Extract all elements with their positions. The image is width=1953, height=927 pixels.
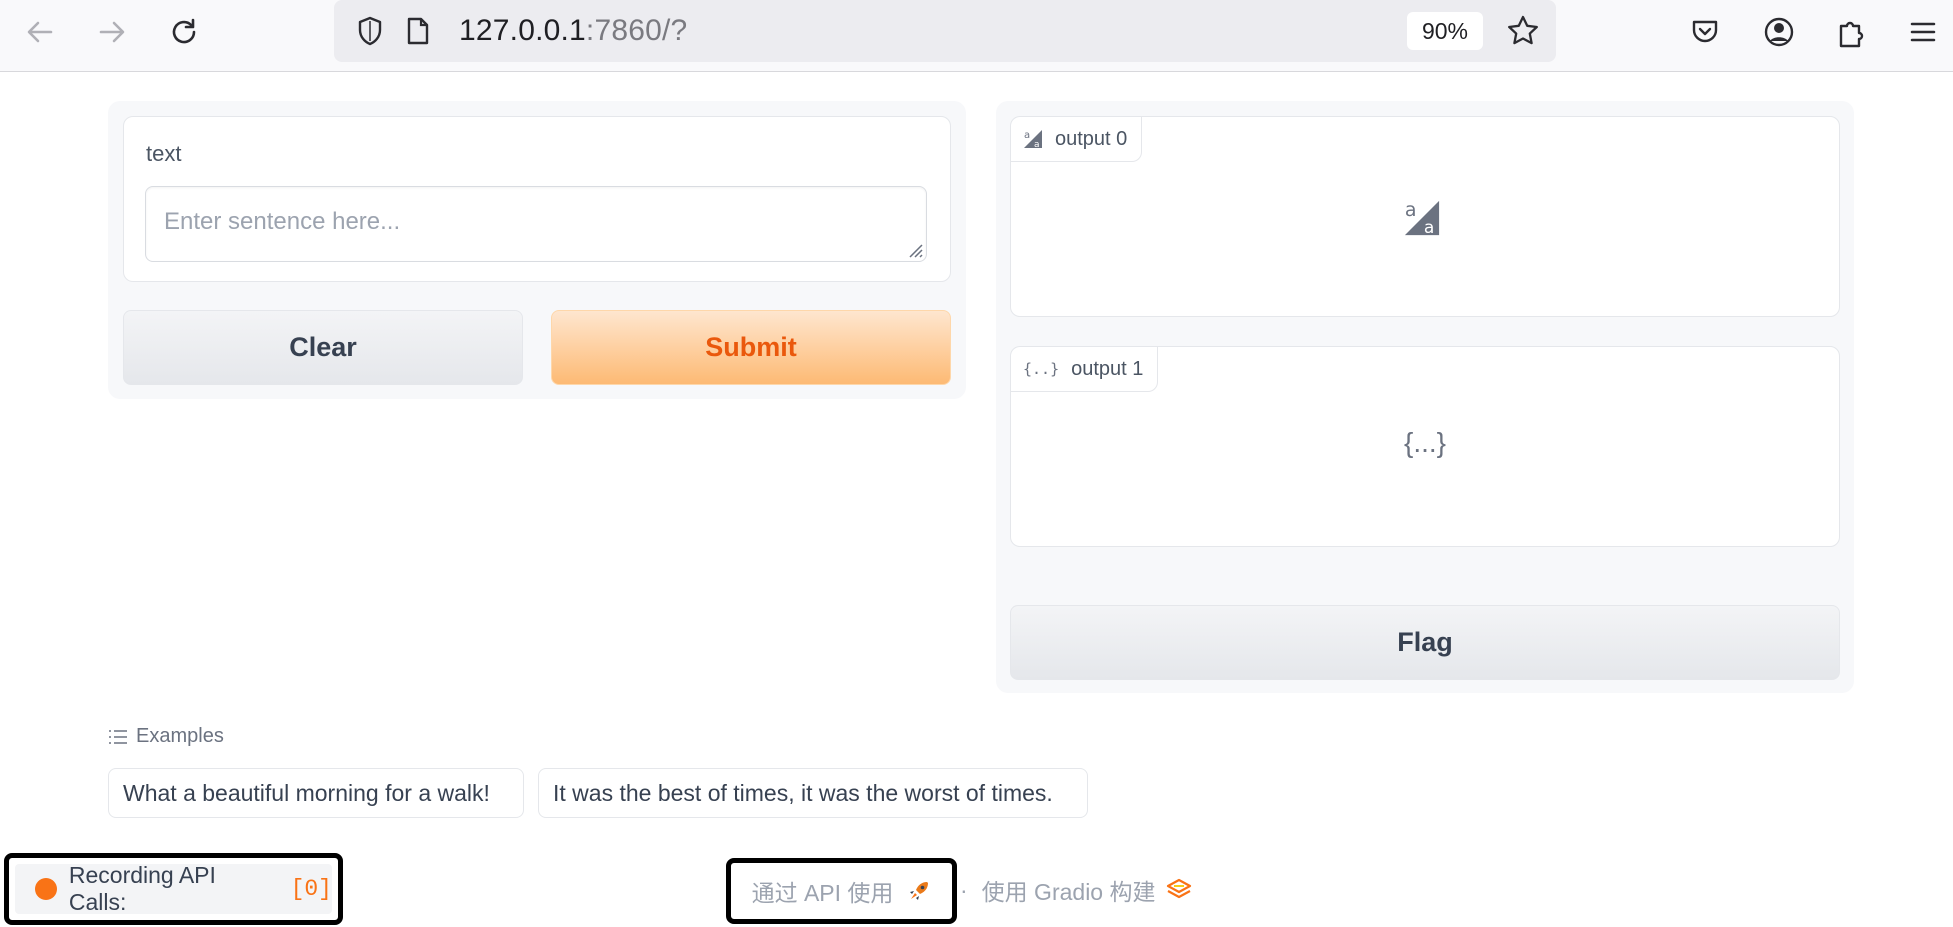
recording-label: Recording API Calls: [68, 862, 216, 915]
textbox-block: text Enter sentence here... [123, 116, 951, 282]
extensions-icon[interactable] [1829, 10, 1873, 54]
output1-label: output 1 [1071, 357, 1144, 380]
rocket-icon [910, 882, 929, 900]
svg-text:a: a [1405, 199, 1417, 221]
submit-button[interactable]: Submit [551, 310, 951, 385]
svg-text:a: a [1034, 140, 1040, 149]
list-icon [109, 729, 127, 744]
text-output-placeholder-icon: aa [1404, 199, 1440, 237]
reload-icon[interactable] [162, 10, 206, 54]
browser-toolbar: 127.0.0.1:7860/? 90% [0, 0, 1953, 72]
url-host: 127.0.0.1 [459, 14, 586, 47]
built-with-gradio: · 使用 Gradio 构建 [960, 873, 1192, 907]
url-path: :7860/? [585, 14, 688, 47]
output1-tab: {..} output 1 [1011, 347, 1159, 392]
json-type-icon: {..} [1023, 360, 1060, 378]
back-arrow-icon[interactable] [18, 10, 62, 54]
input-panel: text Enter sentence here... Clear Submit [108, 101, 966, 399]
footer-separator: · [960, 876, 968, 903]
recording-dot-icon [35, 878, 57, 900]
resize-handle-icon[interactable] [906, 241, 924, 259]
pocket-icon[interactable] [1683, 10, 1727, 54]
svg-text:a: a [1024, 130, 1030, 141]
text-type-icon: aa [1024, 130, 1042, 149]
example-item[interactable]: It was the best of times, it was the wor… [538, 768, 1088, 818]
built-with-label[interactable]: 使用 Gradio 构建 [982, 873, 1156, 907]
output1-block: {..} output 1 {...} [1010, 346, 1840, 547]
example-item[interactable]: What a beautiful morning for a walk! [108, 768, 524, 818]
textbox-label: text [146, 141, 182, 166]
use-via-api-label: 通过 API 使用 [751, 880, 894, 906]
examples-header: Examples [108, 725, 224, 748]
sentence-textarea[interactable]: Enter sentence here... [145, 186, 927, 262]
examples-label: Examples [136, 725, 224, 747]
url-text[interactable]: 127.0.0.1:7860/? [459, 14, 687, 48]
url-bar[interactable]: 127.0.0.1:7860/? 90% [334, 0, 1556, 62]
recording-count: [0] [290, 876, 332, 902]
json-output-placeholder-icon: {...} [1403, 427, 1447, 458]
output0-label: output 0 [1055, 127, 1128, 150]
menu-icon[interactable] [1901, 10, 1945, 54]
zoom-level[interactable]: 90% [1407, 12, 1483, 50]
use-via-api-link[interactable]: 通过 API 使用 [726, 858, 957, 924]
page-icon [396, 9, 440, 53]
svg-text:a: a [1424, 218, 1434, 237]
output0-block: aa output 0 aa [1010, 116, 1840, 317]
forward-arrow-icon[interactable] [90, 10, 134, 54]
output0-tab: aa output 0 [1011, 117, 1143, 162]
recording-api-calls[interactable]: Recording API Calls: [0] [4, 853, 343, 925]
star-icon[interactable] [1501, 9, 1545, 53]
recording-api-calls-inner: Recording API Calls: [0] [15, 862, 332, 915]
output-panel: aa output 0 aa {..} output 1 {...} Flag [996, 101, 1854, 693]
clear-button[interactable]: Clear [123, 310, 523, 385]
textarea-placeholder: Enter sentence here... [164, 208, 401, 235]
account-icon[interactable] [1757, 10, 1801, 54]
gradio-logo-icon [1166, 878, 1191, 899]
shield-icon[interactable] [348, 9, 392, 53]
flag-button[interactable]: Flag [1010, 605, 1840, 680]
